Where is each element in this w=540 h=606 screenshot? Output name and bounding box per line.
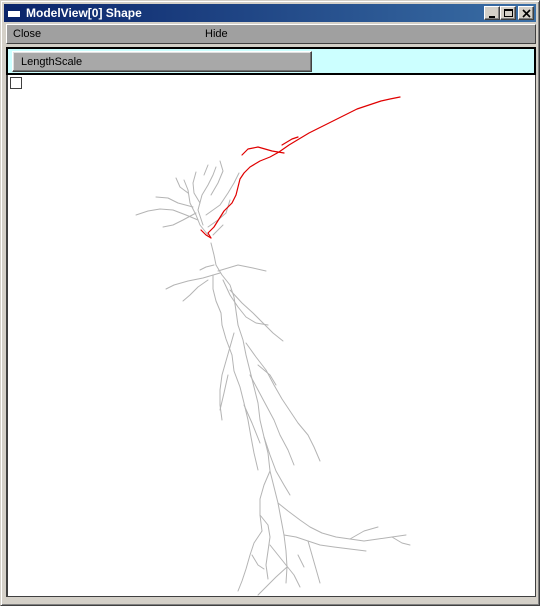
toolbar: LengthScale (6, 47, 536, 75)
maximize-button[interactable] (500, 6, 516, 20)
minimize-button[interactable] (484, 6, 500, 20)
title-bar[interactable]: ModelView[0] Shape (4, 4, 536, 22)
minimize-icon (489, 16, 495, 18)
window-icon (7, 7, 21, 18)
menu-hide[interactable]: Hide (205, 28, 228, 40)
close-icon (522, 9, 531, 18)
status-bar (6, 598, 536, 604)
modelview-window: ModelView[0] Shape Close Hide LengthScal… (0, 0, 540, 606)
close-button[interactable] (518, 6, 534, 20)
menu-close[interactable]: Close (13, 28, 41, 40)
length-scale-label: LengthScale (21, 56, 83, 68)
neuron-morphology (135, 96, 411, 596)
dendrites (135, 160, 411, 596)
window-title: ModelView[0] Shape (26, 6, 142, 20)
shape-canvas[interactable] (6, 75, 536, 597)
maximize-icon (504, 9, 513, 17)
axon (200, 96, 401, 239)
menu-bar: Close Hide (6, 24, 536, 44)
length-scale-button[interactable]: LengthScale (12, 51, 312, 72)
